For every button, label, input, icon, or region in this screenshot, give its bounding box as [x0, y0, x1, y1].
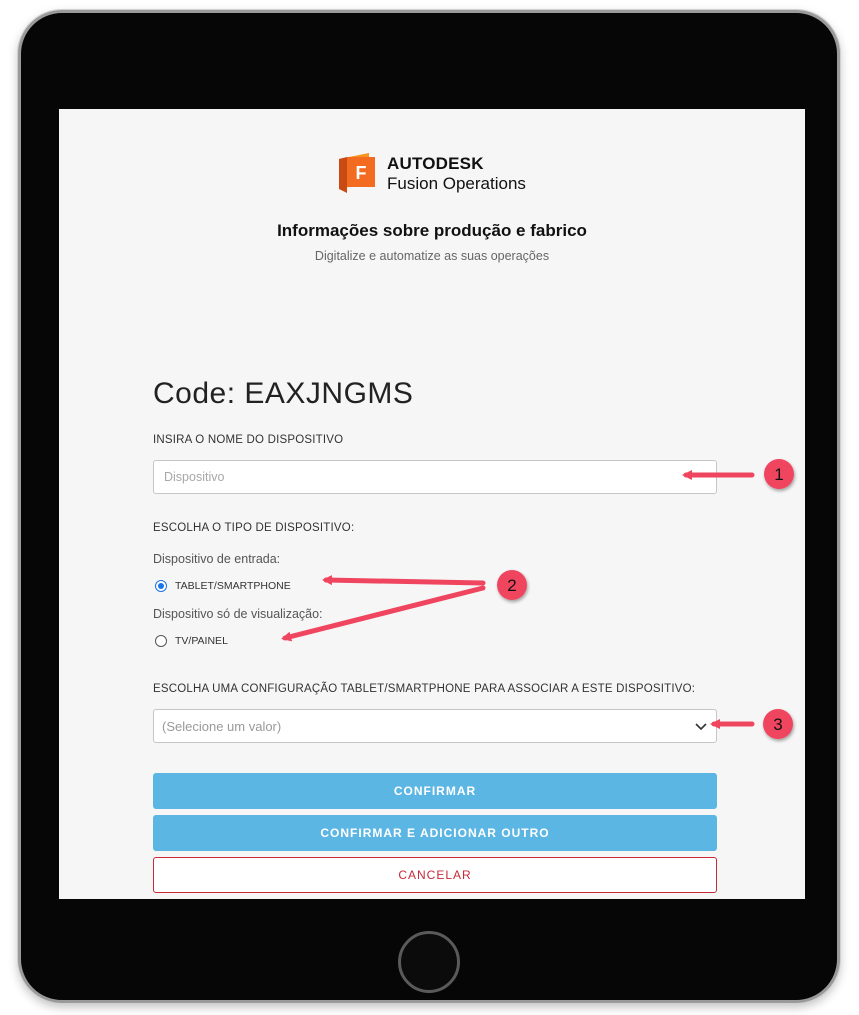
radio-option-tv[interactable]: TV/PAINEL: [155, 635, 228, 647]
config-select[interactable]: (Selecione um valor): [153, 709, 717, 743]
device-type-label: ESCOLHA O TIPO DE DISPOSITIVO:: [153, 522, 355, 534]
home-button[interactable]: [398, 931, 460, 993]
radio-tablet-label: TABLET/SMARTPHONE: [175, 580, 291, 592]
input-device-label: Dispositivo de entrada:: [153, 552, 281, 566]
config-select-placeholder: (Selecione um valor): [162, 718, 282, 734]
view-only-label: Dispositivo só de visualização:: [153, 607, 323, 621]
chevron-down-icon: [695, 723, 707, 731]
page-subtitle: Digitalize e automatize as suas operaçõe…: [314, 249, 550, 263]
radio-tablet-button[interactable]: [155, 580, 167, 592]
cancel-button[interactable]: CANCELAR: [153, 857, 717, 893]
radio-tv-label: TV/PAINEL: [175, 635, 228, 647]
device-name-label: INSIRA O NOME DO DISPOSITIVO: [153, 434, 344, 446]
radio-option-tablet[interactable]: TABLET/SMARTPHONE: [155, 580, 291, 592]
confirm-button[interactable]: CONFIRMAR: [153, 773, 717, 809]
brand-name: AUTODESK: [387, 153, 484, 173]
page-title: Informações sobre produção e fabrico: [277, 221, 587, 240]
app-screen: F AUTODESK Fusion Operations Informações…: [59, 109, 805, 899]
radio-tv-button[interactable]: [155, 635, 167, 647]
pairing-code: Code: EAXJNGMS: [153, 377, 414, 410]
brand-product: Fusion Operations: [387, 173, 526, 193]
config-label: ESCOLHA UMA CONFIGURAÇÃO TABLET/SMARTPHO…: [153, 683, 696, 695]
device-name-input[interactable]: [153, 460, 717, 494]
autodesk-fusion-logo-icon: F: [339, 153, 375, 193]
svg-text:F: F: [356, 163, 367, 183]
confirm-add-button[interactable]: CONFIRMAR E ADICIONAR OUTRO: [153, 815, 717, 851]
brand-header: F AUTODESK Fusion Operations: [335, 153, 526, 193]
